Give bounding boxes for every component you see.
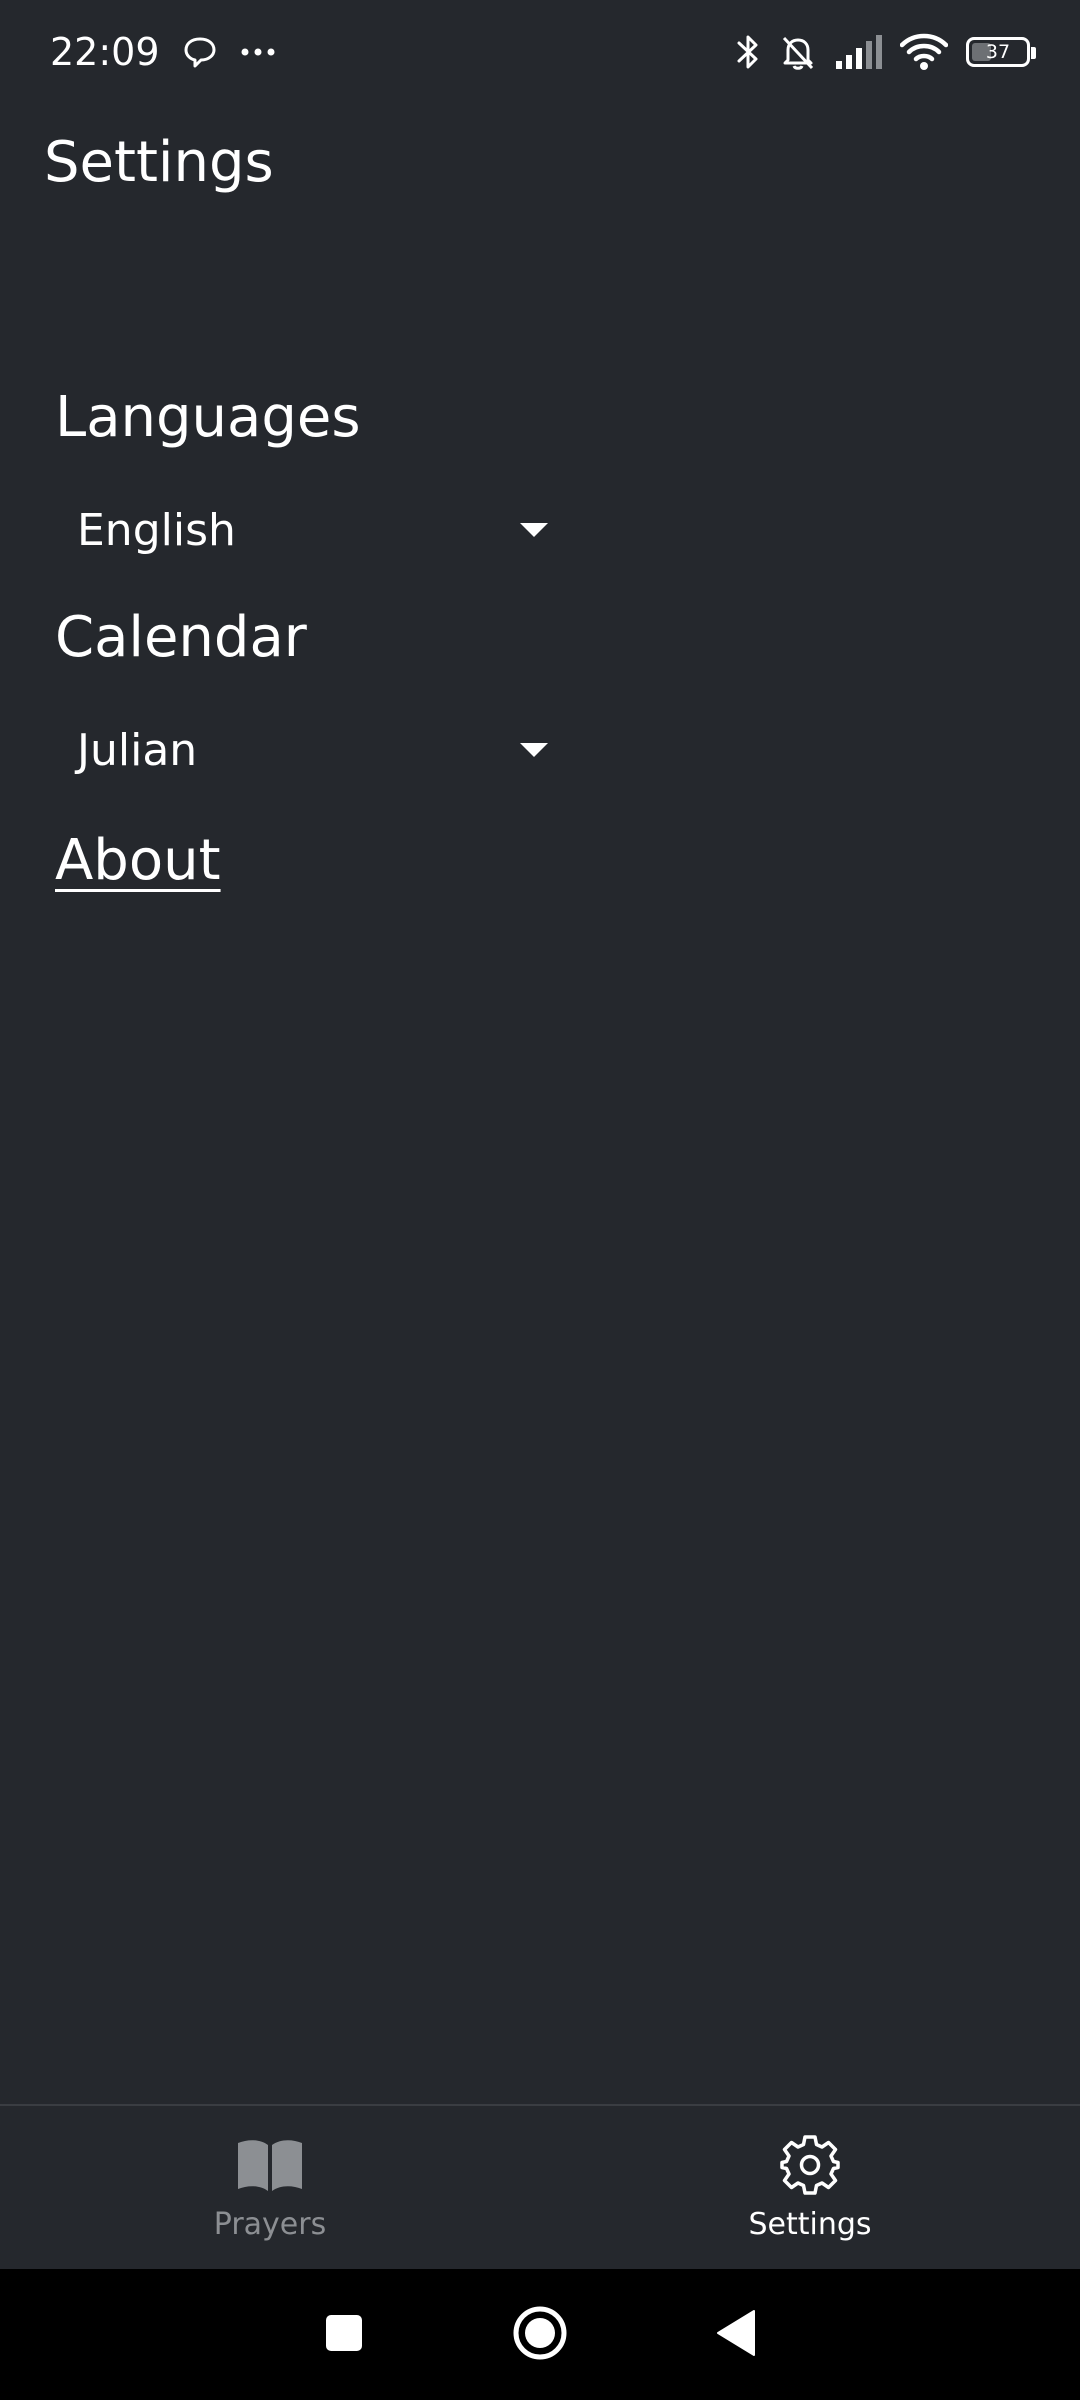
language-dropdown[interactable]: English: [55, 485, 570, 575]
status-bar: 22:09 37: [0, 0, 1080, 104]
home-button[interactable]: [480, 2295, 600, 2375]
gear-icon: [778, 2133, 842, 2197]
calendar-dropdown-value: Julian: [77, 724, 198, 776]
calendar-heading: Calendar: [55, 605, 307, 670]
settings-screen: 22:09 37 Settings Languages English Cale…: [0, 0, 1080, 2400]
system-navigation-bar: [0, 2269, 1080, 2400]
caret-down-icon: [520, 743, 548, 757]
chat-bubble-icon: [182, 34, 218, 70]
back-button[interactable]: [676, 2295, 796, 2375]
caret-down-icon: [520, 523, 548, 537]
nav-label-prayers: Prayers: [213, 2207, 327, 2242]
page-title: Settings: [44, 130, 274, 195]
about-link[interactable]: About: [55, 828, 221, 893]
recents-square-icon: [324, 2313, 364, 2357]
back-triangle-icon: [716, 2309, 756, 2361]
bottom-navigation: Prayers Settings: [0, 2104, 1080, 2269]
bluetooth-icon: [734, 32, 762, 72]
nav-item-prayers[interactable]: Prayers: [0, 2106, 540, 2269]
home-circle-icon: [512, 2305, 568, 2365]
signal-icon: [834, 34, 884, 70]
more-dots-icon: [240, 46, 276, 58]
languages-heading: Languages: [55, 385, 361, 450]
battery-level: 37: [985, 41, 1011, 63]
book-icon: [236, 2133, 304, 2197]
battery-icon: 37: [966, 37, 1036, 67]
nav-label-settings: Settings: [748, 2207, 872, 2242]
nav-item-settings[interactable]: Settings: [540, 2106, 1080, 2269]
recents-button[interactable]: [284, 2295, 404, 2375]
language-dropdown-value: English: [77, 504, 236, 556]
wifi-icon: [900, 33, 948, 71]
calendar-dropdown[interactable]: Julian: [55, 705, 570, 795]
bell-muted-icon: [778, 32, 818, 72]
status-left: 22:09: [50, 30, 276, 74]
status-right: 37: [718, 32, 1036, 72]
status-time: 22:09: [50, 30, 160, 74]
